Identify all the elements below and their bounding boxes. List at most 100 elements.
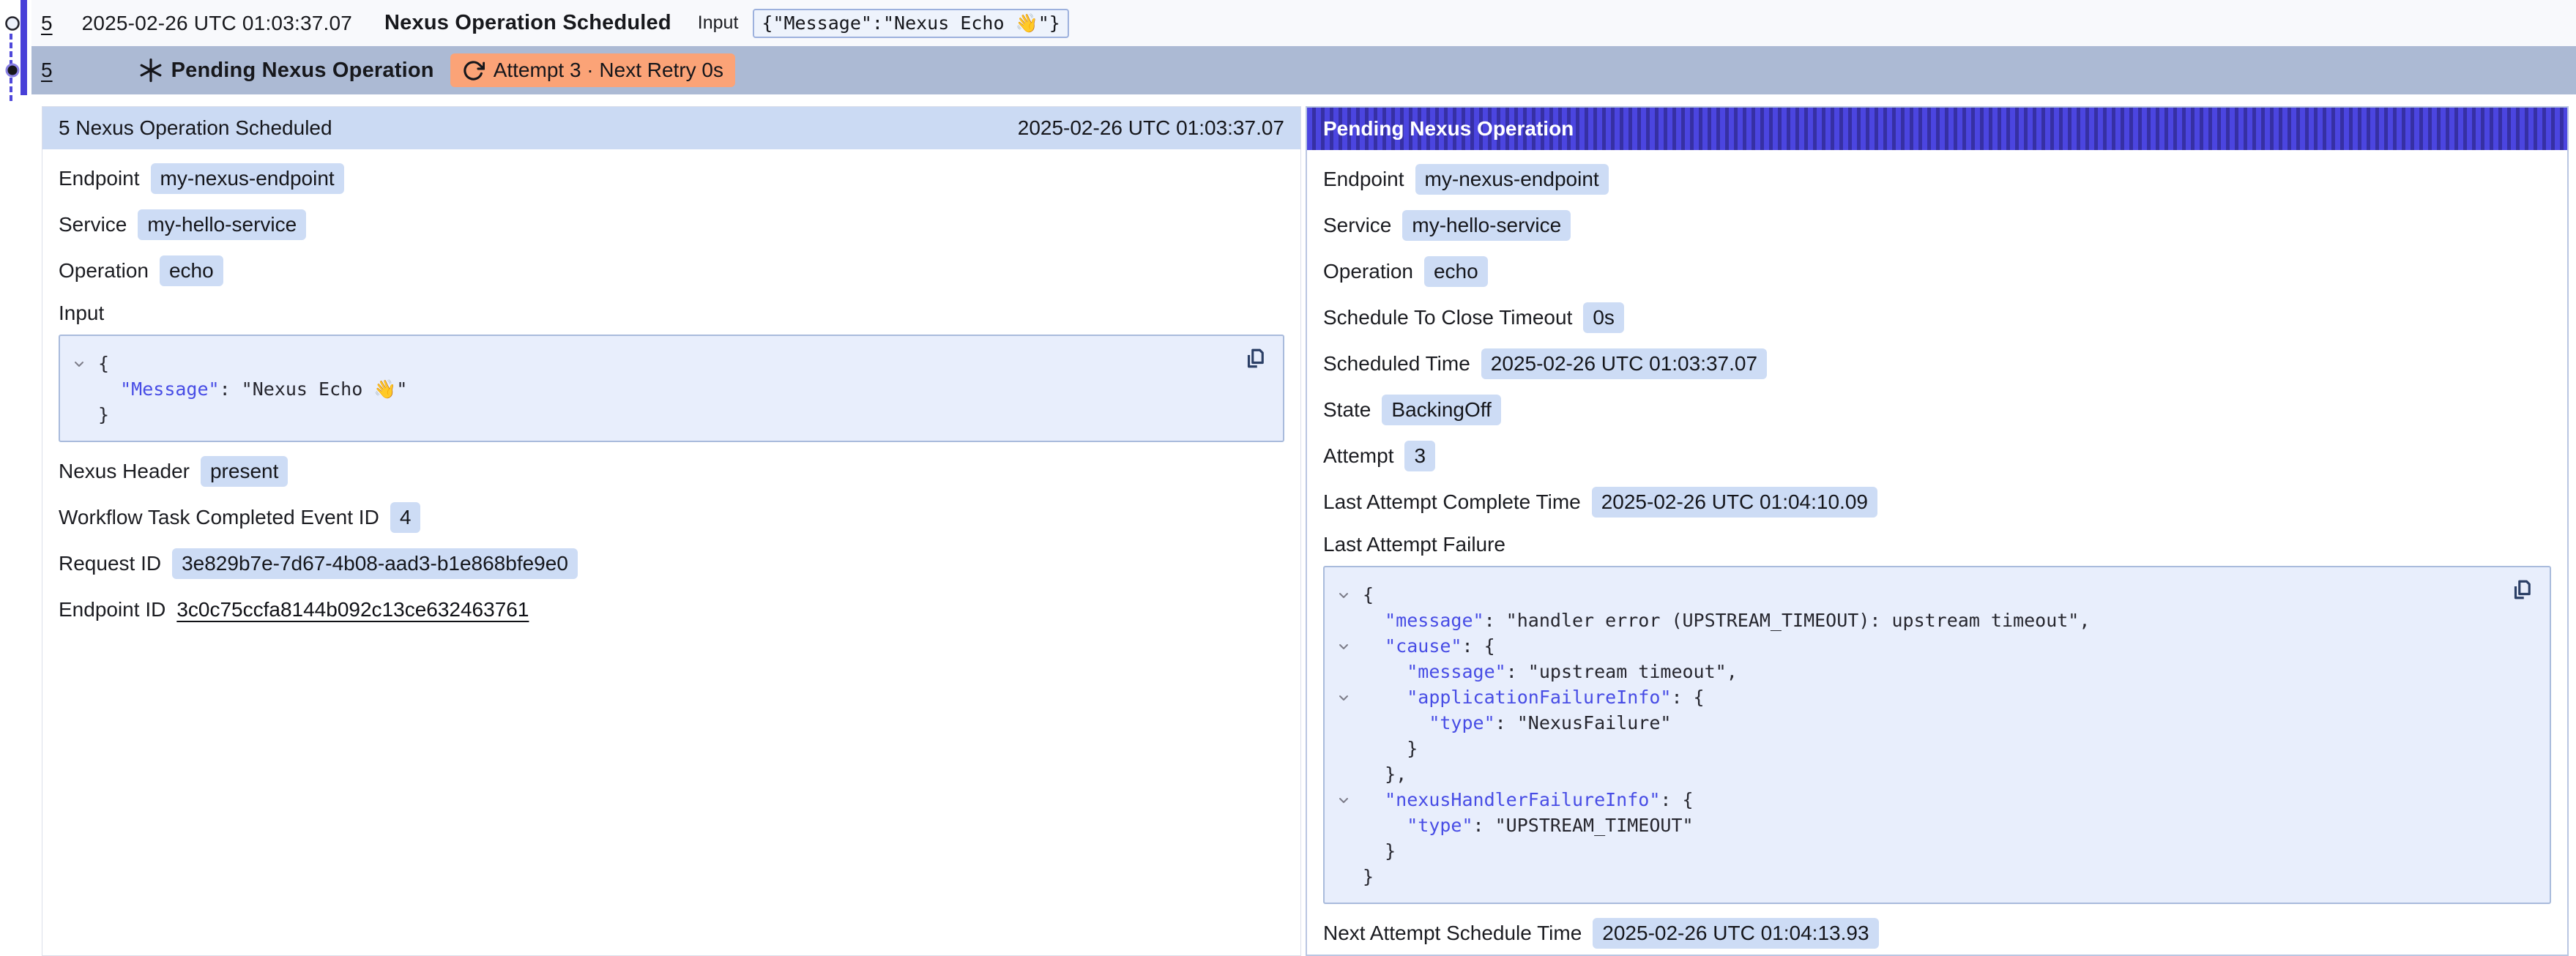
collapse-chevron-icon[interactable] — [1325, 588, 1363, 602]
code-text: { — [98, 351, 109, 376]
field-value-badge: echo — [160, 255, 223, 286]
code-line: } — [1325, 838, 2491, 864]
field-label: Service — [59, 213, 127, 236]
panel-title: Pending Nexus Operation — [1323, 117, 1574, 141]
code-line: "cause": { — [1325, 633, 2491, 659]
event-input-label: Input — [698, 12, 739, 34]
field-label: Endpoint ID — [59, 598, 165, 621]
code-line: "nexusHandlerFailureInfo": { — [1325, 787, 2491, 813]
field-value-badge: my-hello-service — [138, 209, 306, 240]
retry-icon — [462, 59, 485, 82]
code-text: "type": "UPSTREAM_TIMEOUT" — [1363, 813, 1694, 838]
code-text: "message": "handler error (UPSTREAM_TIME… — [1363, 608, 2090, 633]
code-line: { — [1325, 582, 2491, 608]
field-value-badge: 3e829b7e-7d67-4b08-aad3-b1e868bfe9e0 — [172, 548, 578, 579]
code-line: "message": "handler error (UPSTREAM_TIME… — [1325, 608, 2491, 633]
detail-field-row: Operation echo — [1323, 255, 2551, 288]
input-section-label: Input — [59, 301, 1284, 326]
failure-section-label: Last Attempt Failure — [1323, 532, 2551, 557]
code-text: "type": "NexusFailure" — [1363, 710, 1671, 736]
code-text: "Message": "Nexus Echo 👋" — [98, 376, 407, 402]
code-line: "type": "UPSTREAM_TIMEOUT" — [1325, 813, 2491, 838]
detail-field-row: Operationecho — [59, 255, 1284, 287]
detail-panels: 5 Nexus Operation Scheduled 2025-02-26 U… — [42, 106, 2569, 956]
field-label: Schedule To Close Timeout — [1323, 306, 1572, 329]
code-line: } — [1325, 864, 2491, 889]
detail-field-row: Scheduled Time 2025-02-26 UTC 01:03:37.07 — [1323, 348, 2551, 380]
retry-attempt-badge: Attempt 3 · Next Retry 0s — [450, 53, 735, 87]
field-value-badge: 2025-02-26 UTC 01:04:10.09 — [1592, 487, 1877, 518]
code-text: } — [98, 402, 109, 427]
field-label: Operation — [1323, 260, 1413, 283]
copy-icon[interactable] — [1243, 346, 1270, 373]
code-line: } — [60, 402, 1224, 427]
code-text: "cause": { — [1363, 633, 1495, 659]
field-label: Scheduled Time — [1323, 352, 1470, 376]
field-value-badge: 4 — [390, 502, 421, 533]
code-text: }, — [1363, 761, 1407, 787]
field-value-badge: 3 — [1404, 441, 1435, 471]
panel-timestamp: 2025-02-26 UTC 01:03:37.07 — [1018, 116, 1284, 140]
field-value-badge: echo — [1424, 256, 1488, 287]
code-text: } — [1363, 864, 1374, 889]
detail-field-row: Service my-hello-service — [1323, 209, 2551, 242]
detail-field-row: Last Attempt Complete Time 2025-02-26 UTC… — [1323, 486, 2551, 518]
timeline-accent-bar — [21, 0, 27, 95]
pending-operation-title: Pending Nexus Operation — [171, 59, 434, 83]
code-line: }, — [1325, 761, 2491, 787]
code-text: "message": "upstream timeout", — [1363, 659, 1738, 684]
timeline-rail — [0, 0, 33, 956]
code-line: } — [1325, 736, 2491, 761]
field-label: Endpoint — [1323, 168, 1404, 191]
event-row-pending-nexus-operation[interactable]: 5 Pending Nexus Operation Attempt 3 · Ne… — [31, 46, 2576, 94]
field-label: State — [1323, 398, 1371, 422]
event-id-link[interactable]: 5 — [41, 12, 53, 35]
field-value-badge: 2025-02-26 UTC 01:03:37.07 — [1481, 348, 1767, 379]
field-label: Endpoint — [59, 167, 140, 190]
code-line: "applicationFailureInfo": { — [1325, 684, 2491, 710]
detail-field-row: Attempt 3 — [1323, 440, 2551, 472]
field-label: Attempt — [1323, 444, 1393, 468]
pending-asterisk-icon — [138, 57, 164, 83]
event-id-link[interactable]: 5 — [41, 59, 53, 82]
collapse-chevron-icon[interactable] — [60, 356, 98, 371]
field-value-badge: my-nexus-endpoint — [1415, 164, 1609, 195]
field-value-link[interactable]: 3c0c75ccfa8144b092c13ce632463761 — [176, 598, 529, 621]
field-value-badge: my-nexus-endpoint — [151, 163, 344, 194]
pending-operation-fields: Endpoint my-nexus-endpoint Service my-hello… — [1323, 163, 2551, 518]
collapse-chevron-icon[interactable] — [1325, 690, 1363, 705]
event-detail-panel-header: 5 Nexus Operation Scheduled 2025-02-26 U… — [42, 107, 1300, 149]
code-text: { — [1363, 582, 1374, 608]
detail-field-row: Request ID3e829b7e-7d67-4b08-aad3-b1e868… — [59, 548, 1284, 580]
field-value-badge: BackingOff — [1382, 395, 1500, 425]
field-value-badge: present — [201, 456, 288, 487]
code-text: "nexusHandlerFailureInfo": { — [1363, 787, 1694, 813]
timeline-filled-circle-icon — [4, 61, 21, 79]
copy-icon[interactable] — [2510, 578, 2536, 604]
timeline-open-circle-icon — [4, 15, 21, 31]
event-timestamp: 2025-02-26 UTC 01:03:37.07 — [82, 12, 352, 35]
pending-operation-fields: Next Attempt Schedule Time2025-02-26 UTC… — [1323, 917, 2551, 949]
event-input-value-badge: {"Message":"Nexus Echo 👋"} — [753, 9, 1068, 38]
field-label: Workflow Task Completed Event ID — [59, 506, 379, 529]
collapse-chevron-icon[interactable] — [1325, 793, 1363, 807]
field-label: Next Attempt Schedule Time — [1323, 922, 1582, 945]
failure-json-codeblock: { "message": "handler error (UPSTREAM_TI… — [1323, 566, 2551, 904]
code-line: "Message": "Nexus Echo 👋" — [60, 376, 1224, 402]
field-value-badge: 0s — [1583, 302, 1624, 333]
field-value-badge: my-hello-service — [1402, 210, 1571, 241]
field-label: Service — [1323, 214, 1391, 237]
field-label: Last Attempt Complete Time — [1323, 490, 1581, 514]
event-row-nexus-operation-scheduled[interactable]: 5 2025-02-26 UTC 01:03:37.07 Nexus Opera… — [31, 0, 2576, 46]
code-line: "type": "NexusFailure" — [1325, 710, 2491, 736]
detail-field-row: Endpoint my-nexus-endpoint — [59, 163, 1284, 195]
collapse-chevron-icon[interactable] — [1325, 639, 1363, 654]
input-json-codeblock: { "Message": "Nexus Echo 👋"} — [59, 335, 1284, 442]
detail-field-row: Workflow Task Completed Event ID 4 — [59, 501, 1284, 534]
event-detail-panel: 5 Nexus Operation Scheduled 2025-02-26 U… — [42, 106, 1301, 956]
detail-field-row: Endpoint my-nexus-endpoint — [1323, 163, 2551, 195]
detail-field-row: Nexus Headerpresent — [59, 455, 1284, 488]
code-line: { — [60, 351, 1224, 376]
detail-field-row: Schedule To Close Timeout 0s — [1323, 302, 2551, 334]
detail-field-row: Service my-hello-service — [59, 209, 1284, 241]
